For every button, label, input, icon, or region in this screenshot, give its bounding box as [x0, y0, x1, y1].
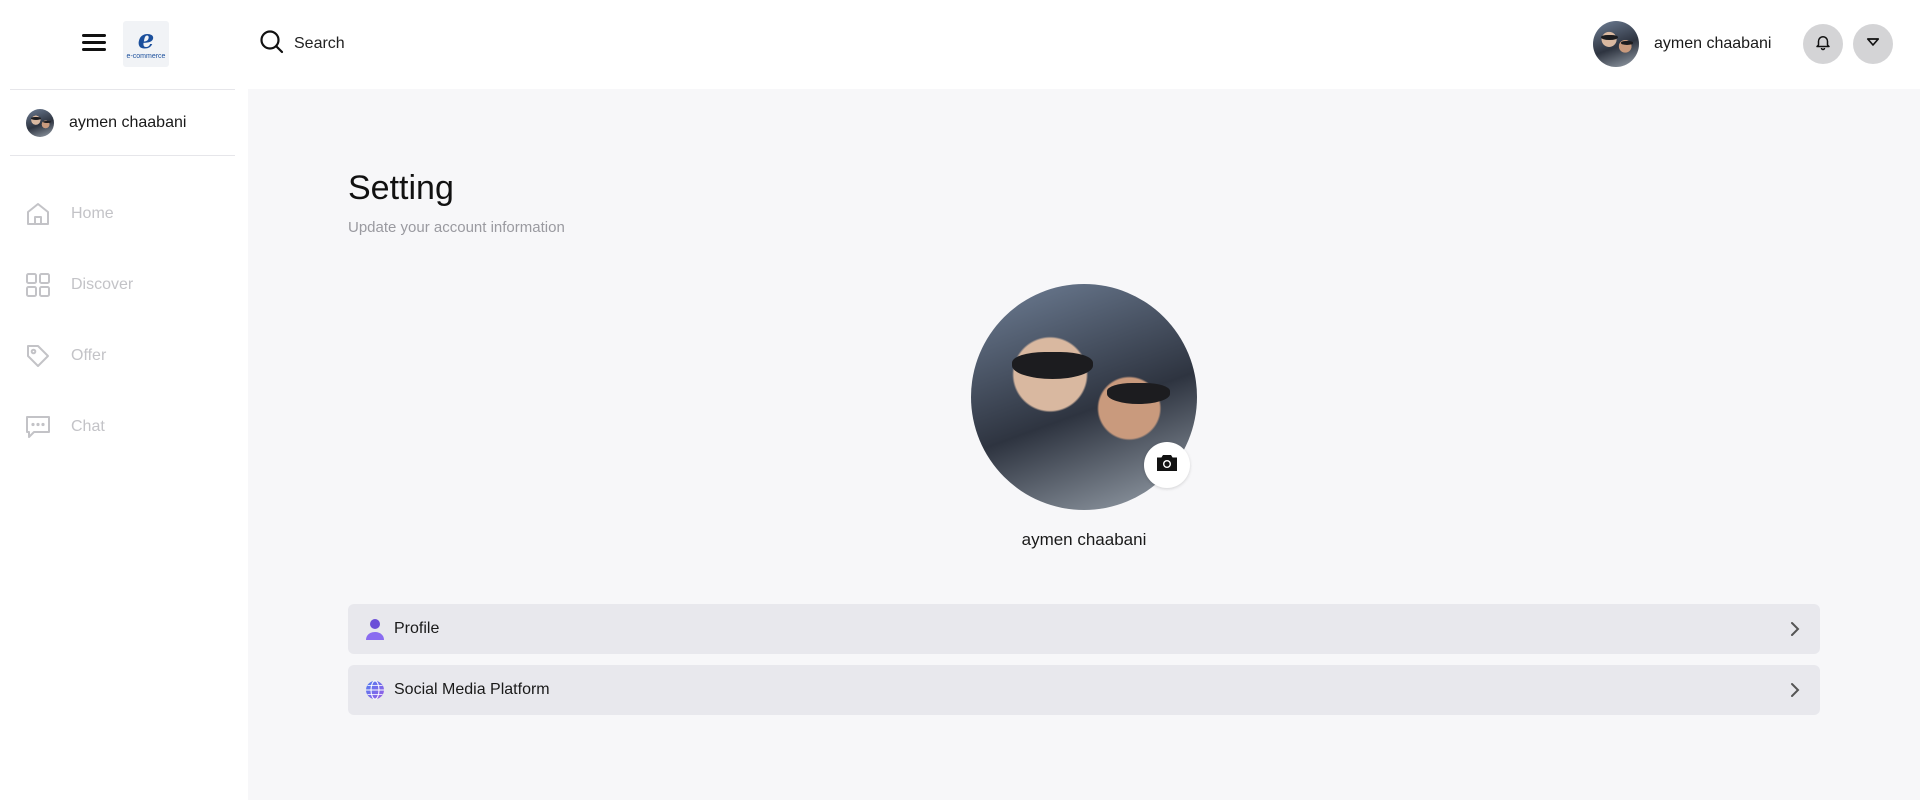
search-icon [259, 29, 285, 60]
avatar [26, 108, 54, 137]
header-user-name: aymen chaabani [1654, 35, 1772, 52]
search-input[interactable] [294, 35, 494, 53]
bell-icon [1814, 33, 1832, 56]
page-title: Setting [348, 169, 454, 207]
chat-icon [24, 413, 52, 441]
user-icon [364, 618, 386, 640]
sidebar-user-name: aymen chaabani [69, 113, 187, 131]
chevron-down-icon [1864, 33, 1882, 56]
chevron-right-icon [1788, 622, 1802, 636]
tag-icon [24, 342, 52, 370]
sidebar-item-label: Offer [71, 347, 107, 364]
row-label: Social Media Platform [394, 681, 550, 698]
search-bar[interactable] [259, 29, 494, 60]
brand-logo[interactable]: e e-commerce [123, 21, 169, 67]
globe-icon [364, 679, 386, 701]
profile-picture [971, 284, 1197, 510]
social-media-row[interactable]: Social Media Platform [348, 665, 1820, 715]
account-dropdown-button[interactable] [1853, 24, 1893, 64]
notifications-button[interactable] [1803, 24, 1843, 64]
settings-main: Setting Update your account information … [248, 89, 1920, 800]
profile-name: aymen chaabani [1021, 530, 1147, 549]
sidebar-item-chat[interactable]: Chat [24, 407, 224, 447]
menu-icon[interactable] [82, 34, 106, 56]
avatar [1593, 21, 1639, 67]
sidebar: aymen chaabani Home Discover Offer Chat [0, 89, 248, 800]
sidebar-item-label: Home [71, 205, 114, 222]
logo-text: e-commerce [126, 52, 166, 60]
sidebar-item-offer[interactable]: Offer [24, 336, 224, 376]
sidebar-item-discover[interactable]: Discover [24, 265, 224, 305]
top-header: e e-commerce aymen chaabani [0, 0, 1920, 89]
sidebar-item-home[interactable]: Home [24, 194, 224, 234]
camera-icon [1156, 454, 1178, 477]
grid-icon [24, 271, 52, 299]
sidebar-item-label: Discover [71, 276, 134, 293]
sidebar-item-label: Chat [71, 418, 105, 435]
logo-mark: e [137, 24, 155, 55]
page-subtitle: Update your account information [348, 219, 565, 236]
header-user-menu[interactable]: aymen chaabani [1593, 21, 1771, 67]
home-icon [24, 200, 52, 228]
chevron-right-icon [1788, 683, 1802, 697]
change-photo-button[interactable] [1144, 442, 1190, 488]
profile-row[interactable]: Profile [348, 604, 1820, 654]
row-label: Profile [394, 620, 440, 637]
sidebar-user[interactable]: aymen chaabani [10, 89, 235, 156]
